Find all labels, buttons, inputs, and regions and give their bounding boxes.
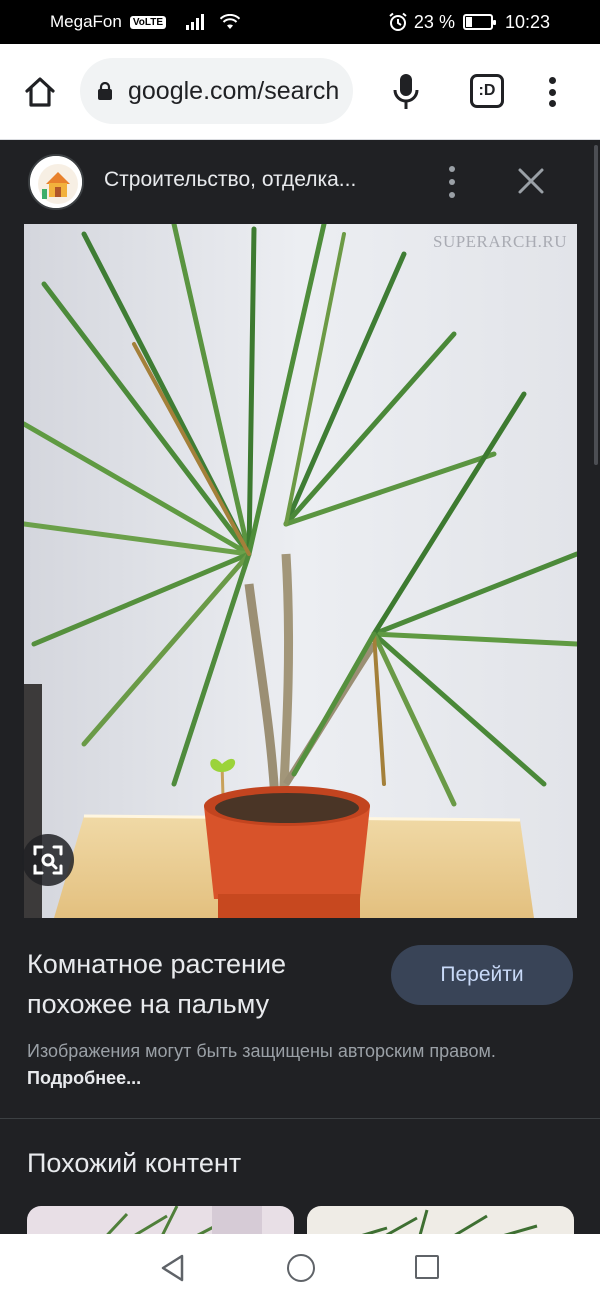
microphone-icon[interactable] [390,72,422,112]
image-panel-header: Строительство, отделка... [0,140,600,224]
battery-level [465,17,472,27]
google-lens-icon [33,845,63,875]
site-title[interactable]: Строительство, отделка... [104,168,356,192]
volte-badge: VoLTE [129,15,167,29]
preview-image[interactable]: SUPERARCH.RU [24,224,577,918]
copyright-text: Изображения могут быть защищены авторски… [27,1041,496,1061]
google-lens-button[interactable] [22,834,74,886]
visit-button-label: Перейти [440,963,524,986]
status-left: MegaFon VoLTE [50,12,241,32]
browser-toolbar: google.com/search :D [0,44,600,140]
image-title: Комнатное растение похожее на пальму [27,949,287,1019]
home-icon[interactable] [22,74,58,110]
status-bar: MegaFon VoLTE 23 % 10:23 [0,0,600,44]
lock-icon [98,82,112,100]
address-bar[interactable]: google.com/search [80,58,353,124]
clock: 10:23 [504,11,550,32]
signal-icon [186,14,205,30]
similar-content-title: Похожий контент [27,1148,242,1178]
site-logo[interactable] [28,154,84,210]
tab-switcher-label: :D [478,82,496,99]
close-icon[interactable] [516,166,546,196]
tab-switcher-button[interactable]: :D [470,74,504,108]
carrier-name: MegaFon [50,12,122,31]
panel-more-icon[interactable] [446,166,458,198]
url-text: google.com/search [128,76,340,105]
copyright-notice: Изображения могут быть защищены авторски… [27,1038,547,1092]
plant-photo [24,224,577,918]
more-vert-icon[interactable] [540,74,564,110]
battery-icon [462,14,496,30]
alarm-icon [389,12,407,31]
visit-button[interactable]: Перейти [391,945,573,1005]
section-divider [0,1118,600,1119]
status-right: 23 % 10:23 [388,12,550,33]
nav-back-icon[interactable] [160,1254,186,1282]
image-watermark: SUPERARCH.RU [432,232,567,251]
scrollbar[interactable] [594,145,598,465]
battery-percent: 23 % [413,11,455,32]
nav-home-icon[interactable] [287,1254,315,1282]
nav-recent-icon[interactable] [415,1255,439,1279]
system-nav-bar [0,1234,600,1299]
wifi-icon [220,14,241,29]
learn-more-link[interactable]: Подробнее... [27,1068,141,1088]
